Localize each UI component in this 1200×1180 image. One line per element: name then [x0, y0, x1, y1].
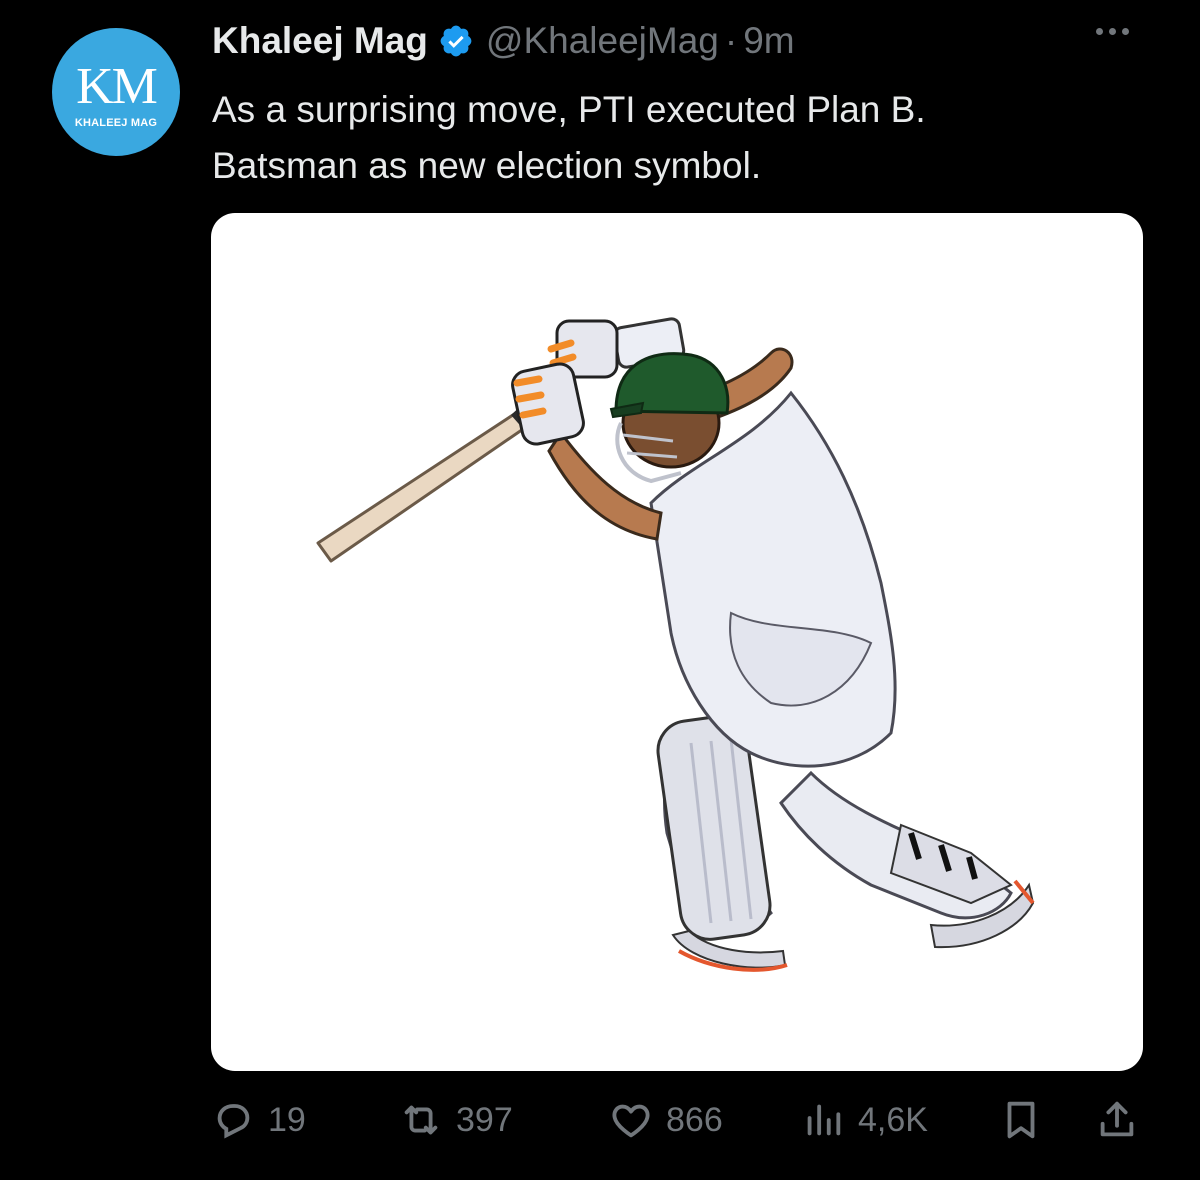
tweet-text-line: Batsman as new election symbol. [212, 145, 762, 186]
reply-icon [217, 1104, 250, 1139]
bookmark-button[interactable] [998, 1092, 1044, 1148]
author-name[interactable]: Khaleej Mag [212, 20, 428, 62]
author-handle[interactable]: @KhaleejMag [486, 20, 719, 62]
share-icon [1100, 1101, 1134, 1137]
tweet-text: As a surprising move, PTI executed Plan … [212, 82, 1172, 194]
reply-count: 19 [268, 1100, 306, 1139]
views-count: 4,6K [858, 1100, 928, 1139]
like-button[interactable]: 866 [608, 1092, 723, 1148]
retweet-button[interactable]: 397 [398, 1092, 513, 1148]
retweet-icon [404, 1105, 438, 1135]
avatar[interactable]: KM KHALEEJ MAG [52, 28, 180, 156]
bookmark-icon [1007, 1101, 1035, 1139]
timestamp[interactable]: 9m [743, 20, 794, 62]
avatar-subtitle: KHALEEJ MAG [74, 117, 158, 129]
retweet-count: 397 [456, 1100, 513, 1139]
views-chart-icon [807, 1104, 841, 1136]
avatar-monogram: KM [76, 58, 158, 115]
share-button[interactable] [1094, 1092, 1140, 1148]
cricket-batsman-illustration [316, 317, 1035, 972]
separator-dot: · [724, 20, 738, 61]
tweet-text-line: As a surprising move, PTI executed Plan … [212, 89, 926, 130]
heart-icon [612, 1104, 650, 1138]
verified-badge-icon [440, 25, 472, 57]
tweet-media-image[interactable] [211, 213, 1143, 1071]
more-options-icon[interactable] [1096, 28, 1129, 35]
reply-button[interactable]: 19 [210, 1092, 306, 1148]
like-count: 866 [666, 1100, 723, 1139]
tweet-actions: 19 397 866 4,6K [210, 1092, 1150, 1148]
tweet-header: Khaleej Mag @KhaleejMag · 9m [212, 20, 795, 62]
views-button[interactable]: 4,6K [800, 1092, 928, 1148]
